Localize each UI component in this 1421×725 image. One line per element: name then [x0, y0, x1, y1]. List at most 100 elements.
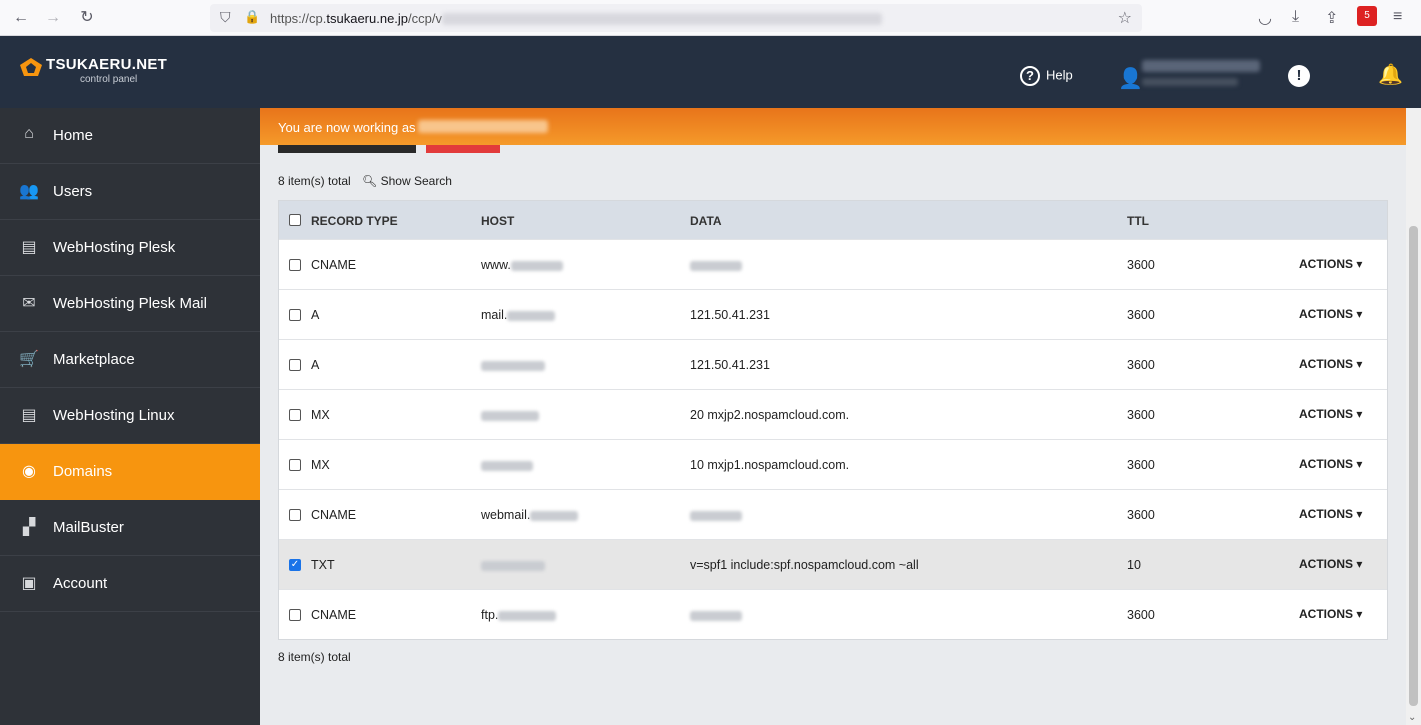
- bell-icon[interactable]: 🔔: [1378, 62, 1403, 87]
- lock-icon[interactable]: 🔒: [244, 9, 260, 25]
- sidebar-item-marketplace[interactable]: 🛒 Marketplace: [0, 332, 260, 388]
- row-checkbox[interactable]: [289, 359, 301, 371]
- cell-data: [690, 508, 742, 522]
- row-checkbox[interactable]: [289, 459, 301, 471]
- dns-records-table: RECORD TYPE HOST DATA TTL CNAME www. 3600 A…: [278, 200, 1388, 640]
- caret-down-icon: ▾: [1353, 407, 1363, 421]
- sidebar-item-account[interactable]: ▣ Account: [0, 556, 260, 612]
- cell-host-text: www.: [481, 258, 511, 272]
- header-record-type[interactable]: RECORD TYPE: [311, 214, 398, 228]
- caret-down-icon: ▾: [1353, 357, 1363, 371]
- user-icon[interactable]: 👤: [1118, 66, 1143, 91]
- help-label: Help: [1046, 67, 1073, 83]
- caret-down-icon: ▾: [1353, 307, 1363, 321]
- actions-label: ACTIONS: [1299, 407, 1353, 421]
- menu-icon[interactable]: ≡: [1393, 8, 1402, 26]
- table-row[interactable]: MX 20 mxjp2.nospamcloud.com. 3600 ACTIONS ▾: [279, 389, 1387, 439]
- cell-host: webmail.: [481, 508, 579, 522]
- actions-dropdown[interactable]: ACTIONS ▾: [1299, 257, 1362, 271]
- shield-icon[interactable]: ⛉: [220, 9, 231, 26]
- cell-ttl: 3600: [1127, 508, 1155, 522]
- table-row[interactable]: MX 10 mxjp1.nospamcloud.com. 3600 ACTIONS ▾: [279, 439, 1387, 489]
- actions-label: ACTIONS: [1299, 257, 1353, 271]
- redacted-domain: [510, 260, 563, 271]
- help-button[interactable]: ? Help: [1020, 66, 1073, 86]
- redacted-domain: [481, 410, 539, 421]
- cell-record-type-text: CNAME: [311, 608, 357, 622]
- sidebar-item-webhosting-plesk-mail[interactable]: ✉ WebHosting Plesk Mail: [0, 276, 260, 332]
- cell-record-type: MX: [311, 458, 330, 472]
- scroll-thumb[interactable]: [1409, 226, 1418, 706]
- select-all-checkbox[interactable]: [289, 214, 301, 226]
- star-icon[interactable]: ☆: [1118, 8, 1132, 28]
- table-row[interactable]: CNAME www. 3600 ACTIONS ▾: [279, 239, 1387, 289]
- redacted-domain: [481, 360, 545, 371]
- actions-dropdown[interactable]: ACTIONS ▾: [1299, 307, 1362, 321]
- actions-label: ACTIONS: [1299, 557, 1353, 571]
- row-checkbox[interactable]: [289, 259, 301, 271]
- alert-icon[interactable]: !: [1288, 65, 1310, 87]
- scrollbar[interactable]: ⌄: [1406, 108, 1421, 725]
- row-checkbox[interactable]: ✓: [289, 559, 301, 571]
- actions-dropdown[interactable]: ACTIONS ▾: [1299, 357, 1362, 371]
- sidebar-item-home[interactable]: ⌂ Home: [0, 108, 260, 164]
- sidebar-item-webhosting-plesk[interactable]: ▤ WebHosting Plesk: [0, 220, 260, 276]
- actions-dropdown[interactable]: ACTIONS ▾: [1299, 407, 1362, 421]
- header-data[interactable]: DATA: [690, 214, 722, 228]
- cell-ttl-text: 3600: [1127, 258, 1155, 272]
- cell-data: [690, 608, 742, 622]
- item-count-bottom: 8 item(s) total: [278, 650, 351, 664]
- user-name-redacted[interactable]: [1142, 60, 1260, 72]
- sidebar-item-label: Users: [53, 183, 93, 200]
- row-checkbox[interactable]: [289, 309, 301, 321]
- table-row[interactable]: CNAME webmail. 3600 ACTIONS ▾: [279, 489, 1387, 539]
- cell-ttl-text: 3600: [1127, 358, 1155, 372]
- actions-label: ACTIONS: [1299, 307, 1353, 321]
- app-header: TSUKAERU.NET control panel ? Help 👤 ! 🔔: [0, 36, 1421, 108]
- back-icon[interactable]: ←: [10, 7, 32, 29]
- table-row[interactable]: CNAME ftp. 3600 ACTIONS ▾: [279, 589, 1387, 639]
- show-search-link[interactable]: 🔍︎ Show Search: [362, 174, 452, 188]
- download-icon[interactable]: ⤓: [1292, 8, 1299, 26]
- cell-ttl: 3600: [1127, 358, 1155, 372]
- item-count-label: 8 item(s) total: [278, 174, 351, 188]
- table-row[interactable]: A 121.50.41.231 3600 ACTIONS ▾: [279, 339, 1387, 389]
- delete-button[interactable]: [426, 145, 500, 153]
- table-row[interactable]: ✓ TXT v=spf1 include:spf.nospamcloud.com ~…: [279, 539, 1387, 589]
- actions-dropdown[interactable]: ACTIONS ▾: [1299, 607, 1362, 621]
- home-icon: ⌂: [24, 125, 34, 142]
- add-record-button[interactable]: [278, 145, 416, 153]
- row-checkbox[interactable]: [289, 409, 301, 421]
- redacted-domain: [481, 560, 545, 571]
- sidebar-item-webhosting-linux[interactable]: ▤ WebHosting Linux: [0, 388, 260, 444]
- table-row[interactable]: Amail. 121.50.41.231 3600 ACTIONS ▾: [279, 289, 1387, 339]
- row-checkbox[interactable]: [289, 609, 301, 621]
- actions-dropdown[interactable]: ACTIONS ▾: [1299, 557, 1362, 571]
- cell-record-type-text: A: [311, 308, 320, 322]
- sidebar-item-users[interactable]: 👥 Users: [0, 164, 260, 220]
- pocket-icon[interactable]: ◡: [1258, 8, 1272, 28]
- cell-ttl-text: 3600: [1127, 308, 1155, 322]
- forward-icon[interactable]: →: [42, 7, 64, 29]
- sidebar-item-label: Domains: [53, 463, 113, 480]
- actions-dropdown[interactable]: ACTIONS ▾: [1299, 457, 1362, 471]
- row-checkbox[interactable]: [289, 509, 301, 521]
- table-body: CNAME www. 3600 ACTIONS ▾ Amail. 121.50.41.23…: [279, 239, 1387, 639]
- share-icon[interactable]: ⇪: [1325, 8, 1338, 28]
- sidebar-item-domains[interactable]: ◉ Domains: [0, 444, 260, 500]
- reload-icon[interactable]: ↻: [76, 7, 98, 29]
- hosting-linux-icon: ▤: [21, 407, 37, 424]
- cell-data: v=spf1 include:spf.nospamcloud.com ~all: [690, 558, 919, 572]
- cell-data-text: 10 mxjp1.nospamcloud.com.: [690, 458, 850, 472]
- address-bar[interactable]: ⛉ 🔒 https://cp.tsukaeru.ne.jp/ccp/v ☆: [210, 4, 1142, 32]
- briefcase-icon: ▣: [21, 575, 37, 592]
- header-host[interactable]: HOST: [481, 214, 514, 228]
- actions-dropdown[interactable]: ACTIONS ▾: [1299, 507, 1362, 521]
- cell-data-text: 20 mxjp2.nospamcloud.com.: [690, 408, 850, 422]
- caret-down-icon: ▾: [1353, 457, 1363, 471]
- extension-icon[interactable]: 5: [1357, 6, 1377, 26]
- sidebar-item-mailbuster[interactable]: ▞ MailBuster: [0, 500, 260, 556]
- scroll-down-icon[interactable]: ⌄: [1408, 712, 1416, 723]
- cell-record-type: CNAME: [311, 258, 356, 272]
- header-ttl[interactable]: TTL: [1127, 214, 1149, 228]
